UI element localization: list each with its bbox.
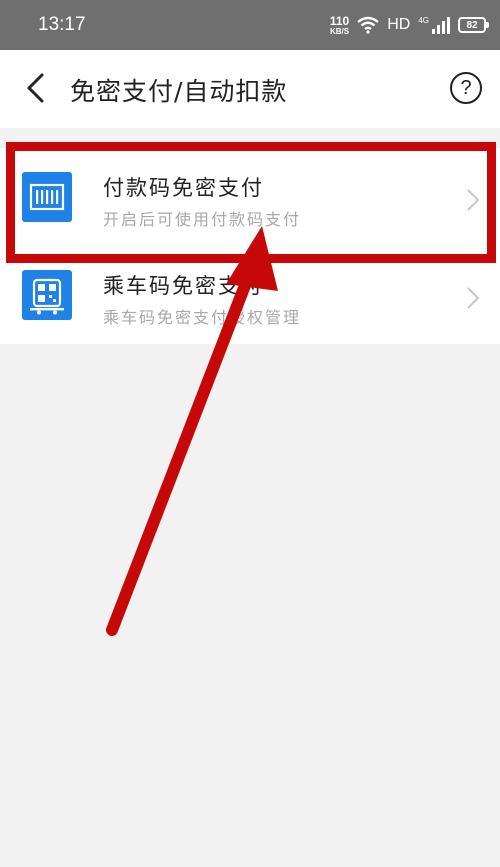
status-time: 13:17 (38, 14, 86, 35)
battery-level: 82 (466, 19, 478, 31)
network-speed-unit: KB/S (329, 26, 350, 36)
battery-icon: 82 (458, 17, 489, 33)
list-item-title: 付款码免密支付 (103, 176, 264, 200)
chevron-right-icon (467, 287, 480, 309)
annotation-arrow (106, 226, 278, 636)
list-item-subtitle: 开启后可使用付款码支付 (103, 210, 302, 229)
chevron-left-icon[interactable] (18, 70, 54, 106)
qr-code-icon (22, 270, 72, 320)
page-title: 免密支付/自动扣款 (70, 77, 288, 106)
settings-list: 付款码免密支付 开启后可使用付款码支付 乘车码免密支付 乘车码免密支付授权管理 (0, 148, 500, 344)
status-icons: 110 KB/S HD 4G 82 (330, 12, 489, 38)
title-bar: 免密支付/自动扣款 ? (0, 50, 500, 128)
list-item-title: 乘车码免密支付 (103, 274, 264, 298)
chevron-right-icon (467, 189, 480, 211)
list-item-ride-code[interactable]: 乘车码免密支付 乘车码免密支付授权管理 (0, 246, 500, 344)
list-item-payment-code[interactable]: 付款码免密支付 开启后可使用付款码支付 (0, 148, 500, 246)
list-item-subtitle: 乘车码免密支付授权管理 (103, 308, 302, 327)
signal-icon: 4G (418, 16, 450, 34)
signal-label: 4G (418, 16, 429, 25)
network-speed-value: 110 (329, 13, 350, 28)
help-icon[interactable]: ? (450, 72, 482, 104)
barcode-icon (22, 172, 72, 222)
help-symbol: ? (460, 76, 472, 99)
wifi-icon (357, 16, 379, 34)
status-bar: 13:17 110 KB/S HD 4G 82 (0, 0, 500, 50)
hd-indicator: HD (387, 16, 411, 33)
network-speed: 110 KB/S (330, 15, 349, 36)
